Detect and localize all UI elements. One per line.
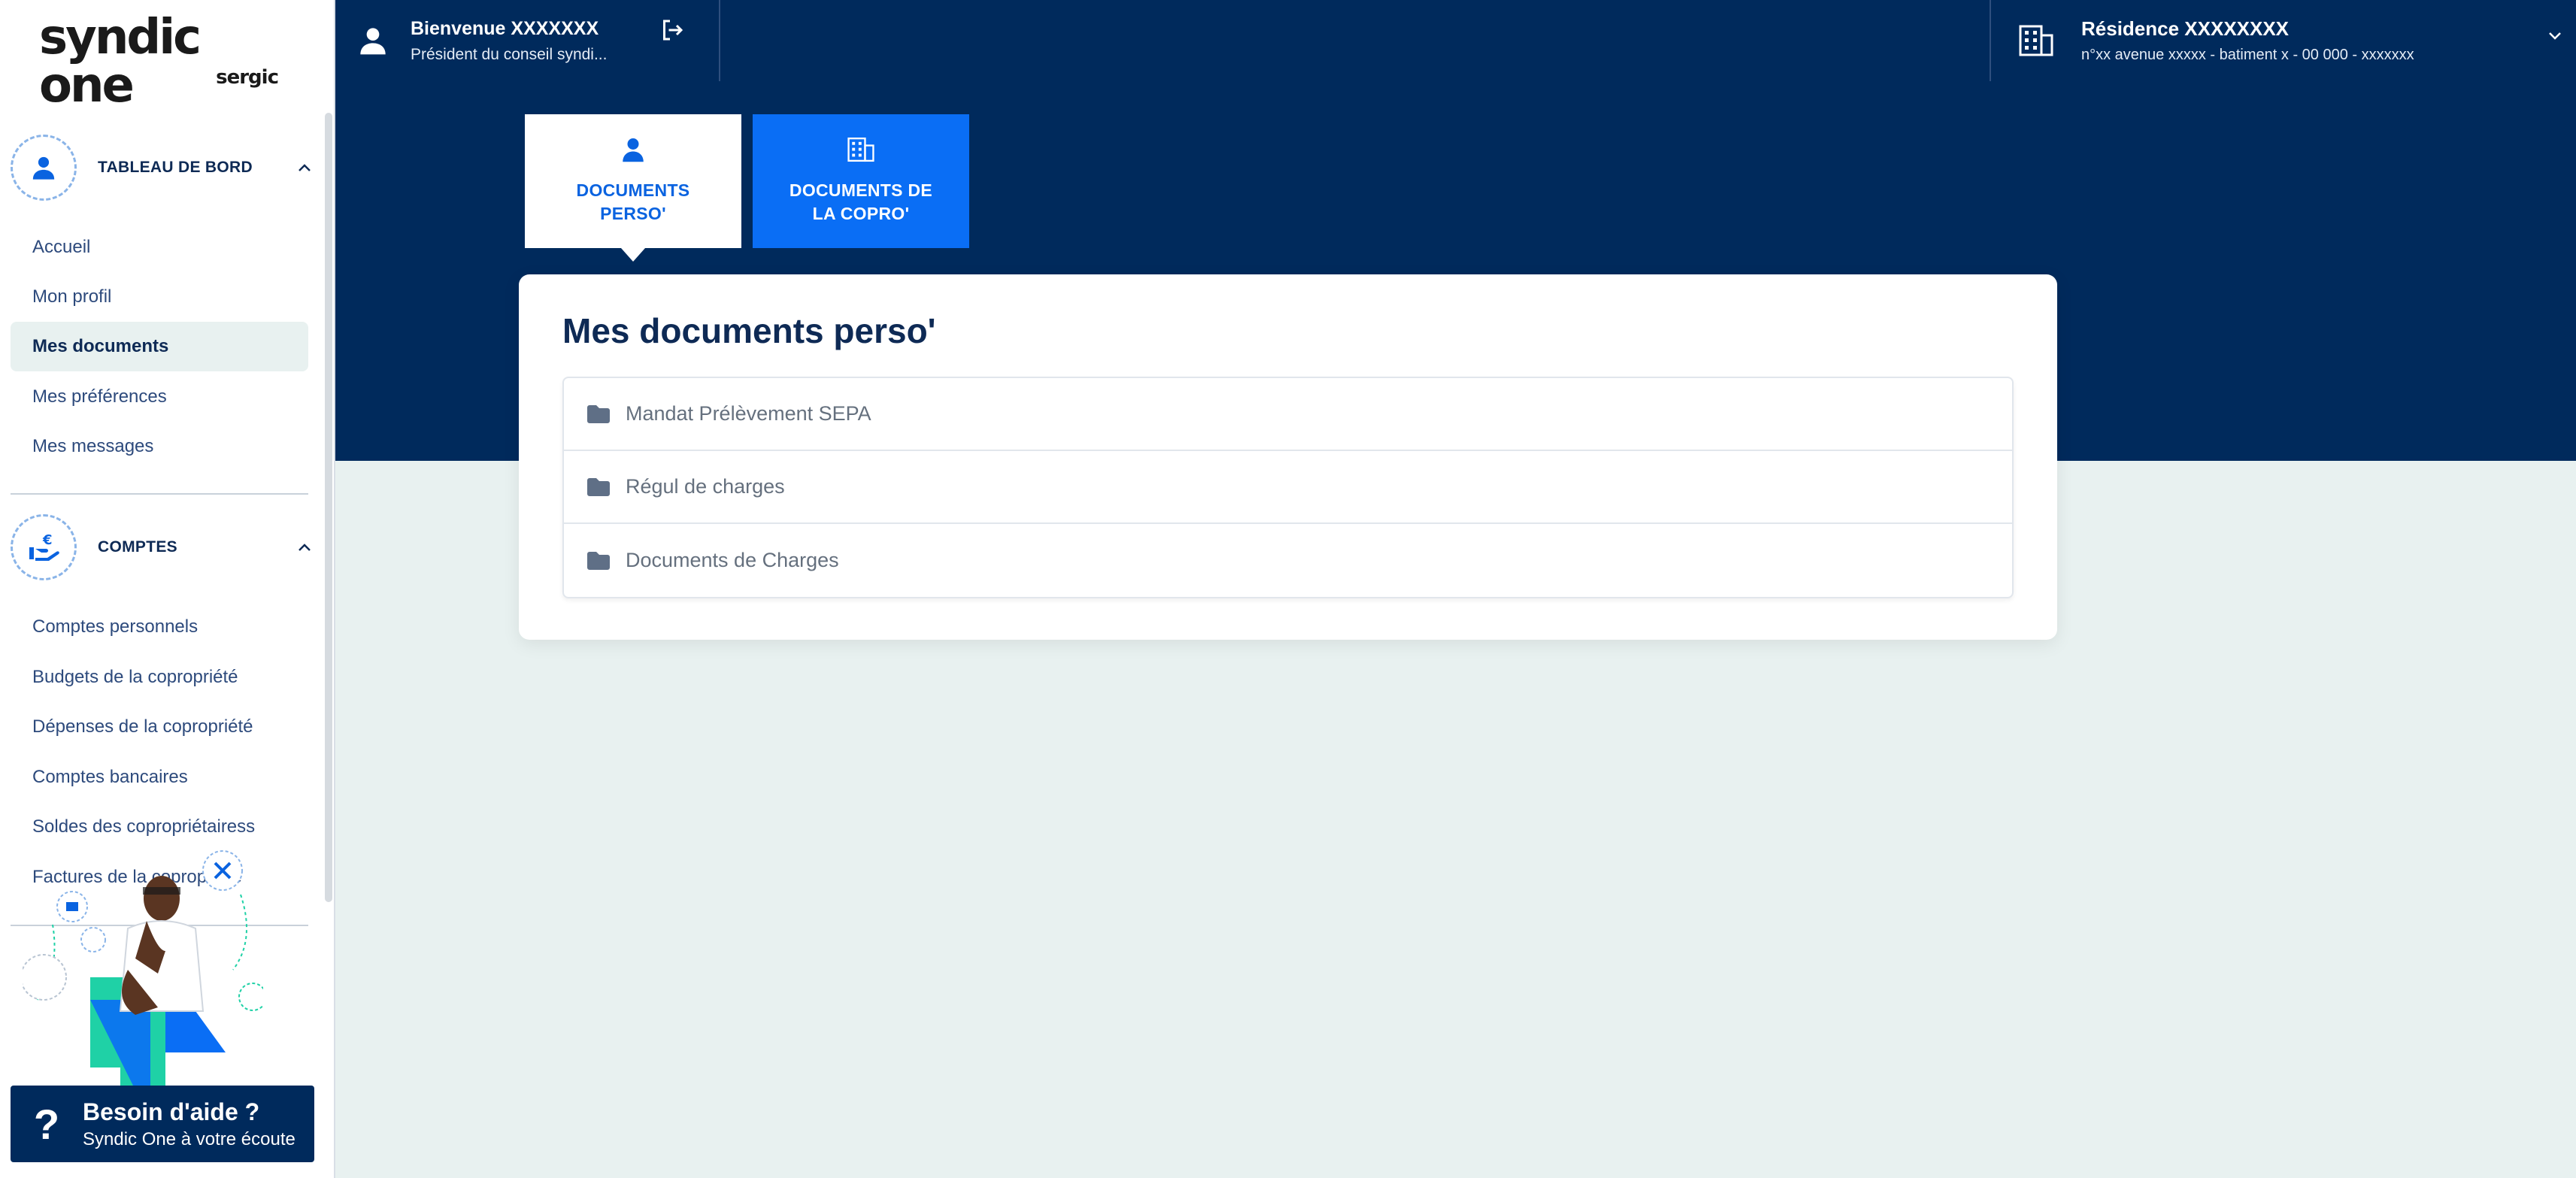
- section-title: TABLEAU DE BORD: [98, 159, 253, 176]
- folder-name: Mandat Prélèvement SEPA: [626, 402, 871, 425]
- svg-text:€: €: [42, 532, 53, 548]
- user-name: XXXXXXX: [511, 17, 599, 39]
- sidebar-item-depenses[interactable]: Dépenses de la copropriété: [11, 702, 308, 752]
- page-title: Mes documents perso': [562, 311, 936, 350]
- top-bar: Bienvenue XXXXXXX Président du conseil s…: [335, 0, 2576, 81]
- logo-sub-text: sergic: [216, 66, 279, 89]
- sidebar: syndic one sergic TABLEAU DE BORD Accuei…: [0, 0, 335, 1178]
- help-banner[interactable]: ? Besoin d'aide ? Syndic One à votre éco…: [11, 1086, 314, 1162]
- section-tableau-de-bord[interactable]: TABLEAU DE BORD: [11, 134, 319, 201]
- section-comptes[interactable]: € COMPTES: [11, 513, 319, 581]
- sidebar-item-comptes-personnels[interactable]: Comptes personnels: [11, 602, 308, 652]
- residence-selector[interactable]: Résidence XXXXXXXX n°xx avenue xxxxx - b…: [1990, 0, 2576, 81]
- chevron-down-icon[interactable]: [2547, 30, 2562, 44]
- tab-documents-perso[interactable]: DOCUMENTS PERSO': [525, 114, 741, 262]
- tab-label-line2: PERSO': [600, 204, 666, 223]
- folder-item[interactable]: Documents de Charges: [564, 524, 2012, 597]
- folder-name: Régul de charges: [626, 475, 785, 498]
- folder-icon: [586, 551, 611, 571]
- sidebar-item-comptes-bancaires[interactable]: Comptes bancaires: [11, 753, 308, 802]
- sidebar-item-mes-preferences[interactable]: Mes préférences: [11, 372, 308, 422]
- logout-icon[interactable]: [659, 17, 689, 47]
- tab-label-line1: DOCUMENTS: [576, 180, 690, 200]
- chevron-up-icon: [298, 159, 311, 177]
- chevron-up-icon: [298, 539, 311, 556]
- tab-label-line2: LA COPRO': [812, 204, 910, 223]
- residence-name: Résidence XXXXXXXX: [2081, 17, 2290, 40]
- folder-item[interactable]: Régul de charges: [564, 451, 2012, 524]
- folder-icon: [586, 477, 611, 497]
- folder-list: Mandat Prélèvement SEPA Régul de charges…: [562, 377, 2014, 598]
- question-mark-icon: ?: [33, 1100, 60, 1148]
- sidebar-item-mon-profil[interactable]: Mon profil: [11, 272, 308, 322]
- tab-label-line1: DOCUMENTS DE: [789, 180, 933, 200]
- building-icon: [1991, 25, 2081, 56]
- section-title: COMPTES: [98, 538, 177, 556]
- user-icon: [622, 137, 644, 168]
- folder-item[interactable]: Mandat Prélèvement SEPA: [564, 378, 2012, 451]
- user-greeting: Bienvenue XXXXXXX: [411, 18, 607, 40]
- folder-icon: [586, 404, 611, 424]
- syndic-one-logo[interactable]: syndic one sergic: [39, 14, 295, 110]
- euro-hand-icon: €: [11, 514, 77, 580]
- sidebar-scrollbar[interactable]: [325, 113, 332, 902]
- help-title: Besoin d'aide ?: [83, 1098, 260, 1125]
- logo-text: syndic one: [39, 10, 202, 114]
- sidebar-item-mes-documents[interactable]: Mes documents: [11, 322, 308, 371]
- divider: [11, 493, 308, 495]
- help-subtitle: Syndic One à votre écoute: [83, 1128, 295, 1149]
- sidebar-item-accueil[interactable]: Accueil: [11, 223, 308, 272]
- user-icon: [335, 26, 411, 56]
- sidebar-item-budgets[interactable]: Budgets de la copropriété: [11, 653, 308, 702]
- help-assistant-illustration: [23, 850, 263, 1090]
- welcome-label: Bienvenue: [411, 17, 506, 39]
- user-role: Président du conseil syndi...: [411, 45, 608, 63]
- documents-card: Mes documents perso' Mandat Prélèvement …: [519, 274, 2057, 640]
- folder-name: Documents de Charges: [626, 549, 839, 571]
- tab-documents-copro[interactable]: DOCUMENTS DE LA COPRO': [753, 114, 969, 248]
- sidebar-item-mes-messages[interactable]: Mes messages: [11, 422, 308, 471]
- residence-address: n°xx avenue xxxxx - batiment x - 00 000 …: [2081, 47, 2414, 63]
- user-icon: [11, 135, 77, 201]
- building-icon: [847, 137, 874, 168]
- user-block[interactable]: Bienvenue XXXXXXX Président du conseil s…: [335, 0, 720, 81]
